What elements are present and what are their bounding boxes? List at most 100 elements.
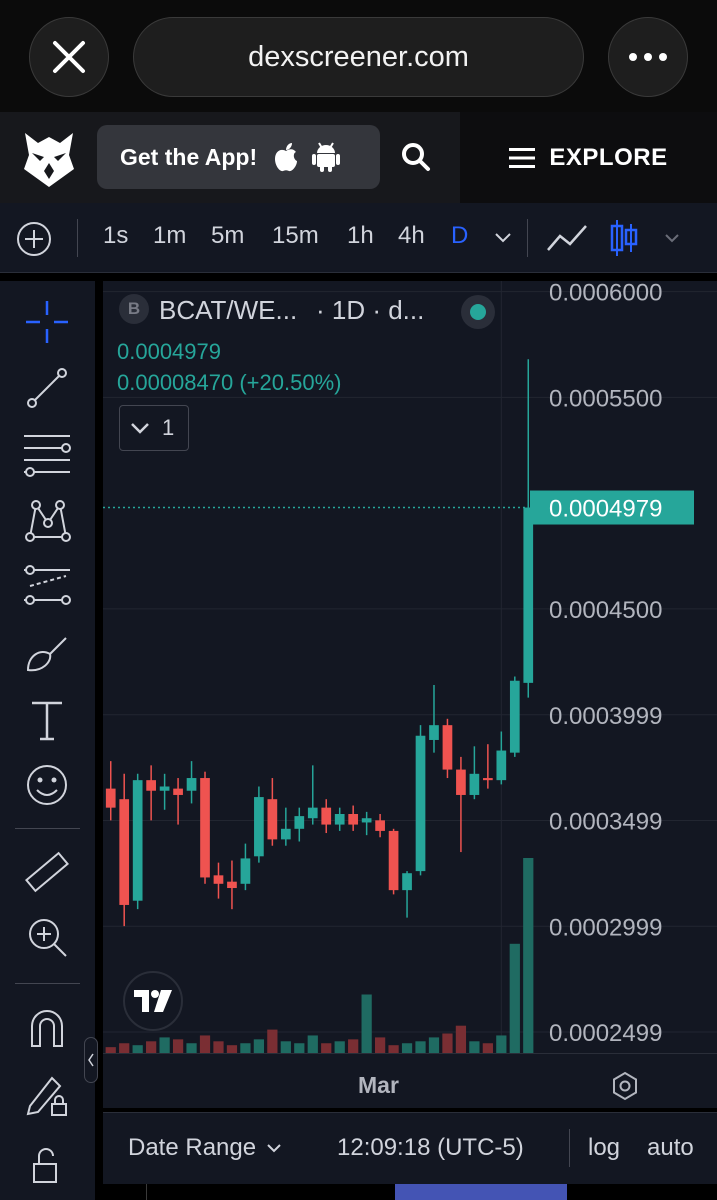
candle-body <box>321 807 332 825</box>
add-indicator-icon[interactable] <box>16 221 52 257</box>
brush-tool-icon[interactable] <box>22 630 72 680</box>
emoji-tool-icon[interactable] <box>22 760 72 810</box>
volume-bar <box>172 1039 184 1053</box>
candle-body <box>361 818 372 823</box>
token-badge: B <box>119 294 149 324</box>
candlestick-chart-type-icon[interactable] <box>610 218 638 258</box>
candle-body <box>348 813 359 825</box>
magnet-tool-icon[interactable] <box>22 1004 72 1054</box>
volume-bar <box>307 1035 318 1053</box>
timezone-clock[interactable]: 12:09:18 (UTC-5) <box>337 1134 524 1162</box>
bottom-bar-divider <box>569 1129 570 1167</box>
lock-drawing-tool-icon[interactable] <box>22 1070 72 1120</box>
candle-body <box>496 750 507 781</box>
chevron-left-icon <box>88 1053 94 1067</box>
auto-scale-toggle[interactable]: auto <box>647 1134 694 1162</box>
get-app-label: Get the App! <box>120 143 258 170</box>
y-axis-tick-label: 0.0003499 <box>549 809 662 836</box>
collapse-sidebar-handle[interactable] <box>84 1037 98 1083</box>
home-indicator-tab <box>395 1184 567 1200</box>
y-axis-tick-label: 0.0002499 <box>549 1020 662 1047</box>
sidebar-divider <box>15 983 80 984</box>
indicator-collapse-button[interactable]: 1 <box>119 405 189 451</box>
chart-settings-gear-icon[interactable] <box>610 1071 640 1101</box>
timeframe-1m[interactable]: 1m <box>153 222 186 250</box>
candle-body <box>186 778 197 791</box>
candle-body <box>523 507 534 683</box>
x-axis-divider <box>103 1053 717 1054</box>
volume-bar <box>509 943 520 1053</box>
volume-bar <box>267 1029 278 1053</box>
date-range-button[interactable]: Date Range <box>128 1134 282 1162</box>
prediction-tool-icon[interactable] <box>22 562 72 612</box>
trend-line-tool-icon[interactable] <box>22 363 72 413</box>
toolbar-divider <box>77 219 78 257</box>
candle-body <box>227 881 237 889</box>
zoom-in-tool-icon[interactable] <box>22 912 72 962</box>
price-chart[interactable]: 0.0004979 0.0006000 0.0005500 0.0004500 0.0… <box>103 281 717 1108</box>
volume-bar <box>496 1035 507 1053</box>
text-tool-icon[interactable] <box>22 695 72 745</box>
candle-body <box>429 725 439 740</box>
volume-bar <box>280 1041 291 1053</box>
candle-body <box>280 828 291 840</box>
unlock-icon[interactable] <box>22 1140 72 1190</box>
tradingview-logo-icon <box>134 990 172 1012</box>
volume-bar <box>374 1037 386 1053</box>
y-axis-tick-label: 0.0005500 <box>549 385 662 412</box>
candlestick-chart-svg[interactable]: 0.0004979 0.0006000 0.0005500 0.0004500 0.0… <box>103 281 717 1108</box>
chart-type-dropdown-chevron-icon[interactable] <box>664 233 680 243</box>
y-axis-tick-label: 0.0004500 <box>549 597 662 624</box>
crosshair-tool-icon[interactable] <box>22 297 72 347</box>
last-price-label: 0.0004979 <box>549 496 662 523</box>
candle-body <box>146 780 156 791</box>
ruler-tool-icon[interactable] <box>22 848 72 898</box>
timeframe-15m[interactable]: 15m <box>272 222 319 250</box>
candle-body <box>213 875 224 884</box>
candle-body <box>132 780 143 901</box>
android-icon <box>312 142 341 172</box>
more-options-button[interactable] <box>608 17 688 97</box>
volume-bar <box>401 1043 413 1053</box>
volume-bar <box>199 1035 211 1053</box>
apple-icon <box>275 143 298 172</box>
volume-bar <box>428 1037 440 1053</box>
volume-bar <box>415 1041 426 1053</box>
timeframe-1h[interactable]: 1h <box>347 222 374 250</box>
search-icon[interactable] <box>401 142 431 172</box>
volume-bar <box>159 1037 170 1053</box>
bottom-divider <box>103 1112 717 1113</box>
candle-body <box>509 680 520 753</box>
close-tab-button[interactable] <box>29 17 109 97</box>
candle-body <box>334 813 345 825</box>
chevron-down-icon <box>131 423 149 434</box>
sidebar-divider <box>15 828 80 829</box>
timeframe-d[interactable]: D <box>451 222 468 250</box>
log-scale-toggle[interactable]: log <box>588 1134 620 1162</box>
explore-button[interactable]: EXPLORE <box>460 112 717 203</box>
bottom-edge-divider <box>146 1184 147 1200</box>
x-axis-label-mar: Mar <box>358 1072 399 1098</box>
volume-bar <box>469 1041 480 1053</box>
line-chart-type-icon[interactable] <box>546 222 588 254</box>
volume-bar <box>455 1025 467 1053</box>
address-bar[interactable]: dexscreener.com <box>133 17 584 97</box>
tradingview-logo[interactable] <box>123 971 183 1031</box>
timeframe-5m[interactable]: 5m <box>211 222 244 250</box>
volume-bar <box>119 1043 130 1053</box>
volume-bar <box>388 1045 399 1053</box>
volume-bar <box>442 1033 453 1053</box>
get-app-button[interactable]: Get the App! <box>97 125 380 189</box>
timeframe-1s[interactable]: 1s <box>103 222 128 250</box>
fib-retracement-tool-icon[interactable] <box>22 430 72 480</box>
timeframe-4h[interactable]: 4h <box>398 222 425 250</box>
volume-bar <box>186 1043 197 1053</box>
volume-bar <box>523 858 534 1053</box>
symbol-title[interactable]: BCAT/WE... <box>159 295 297 326</box>
timeframe-dropdown-chevron-icon[interactable] <box>494 232 512 244</box>
pattern-tool-icon[interactable] <box>22 495 72 545</box>
candle-body <box>469 773 480 795</box>
market-open-dot <box>470 304 486 320</box>
indicator-count: 1 <box>162 415 175 440</box>
market-status-indicator <box>461 295 495 329</box>
